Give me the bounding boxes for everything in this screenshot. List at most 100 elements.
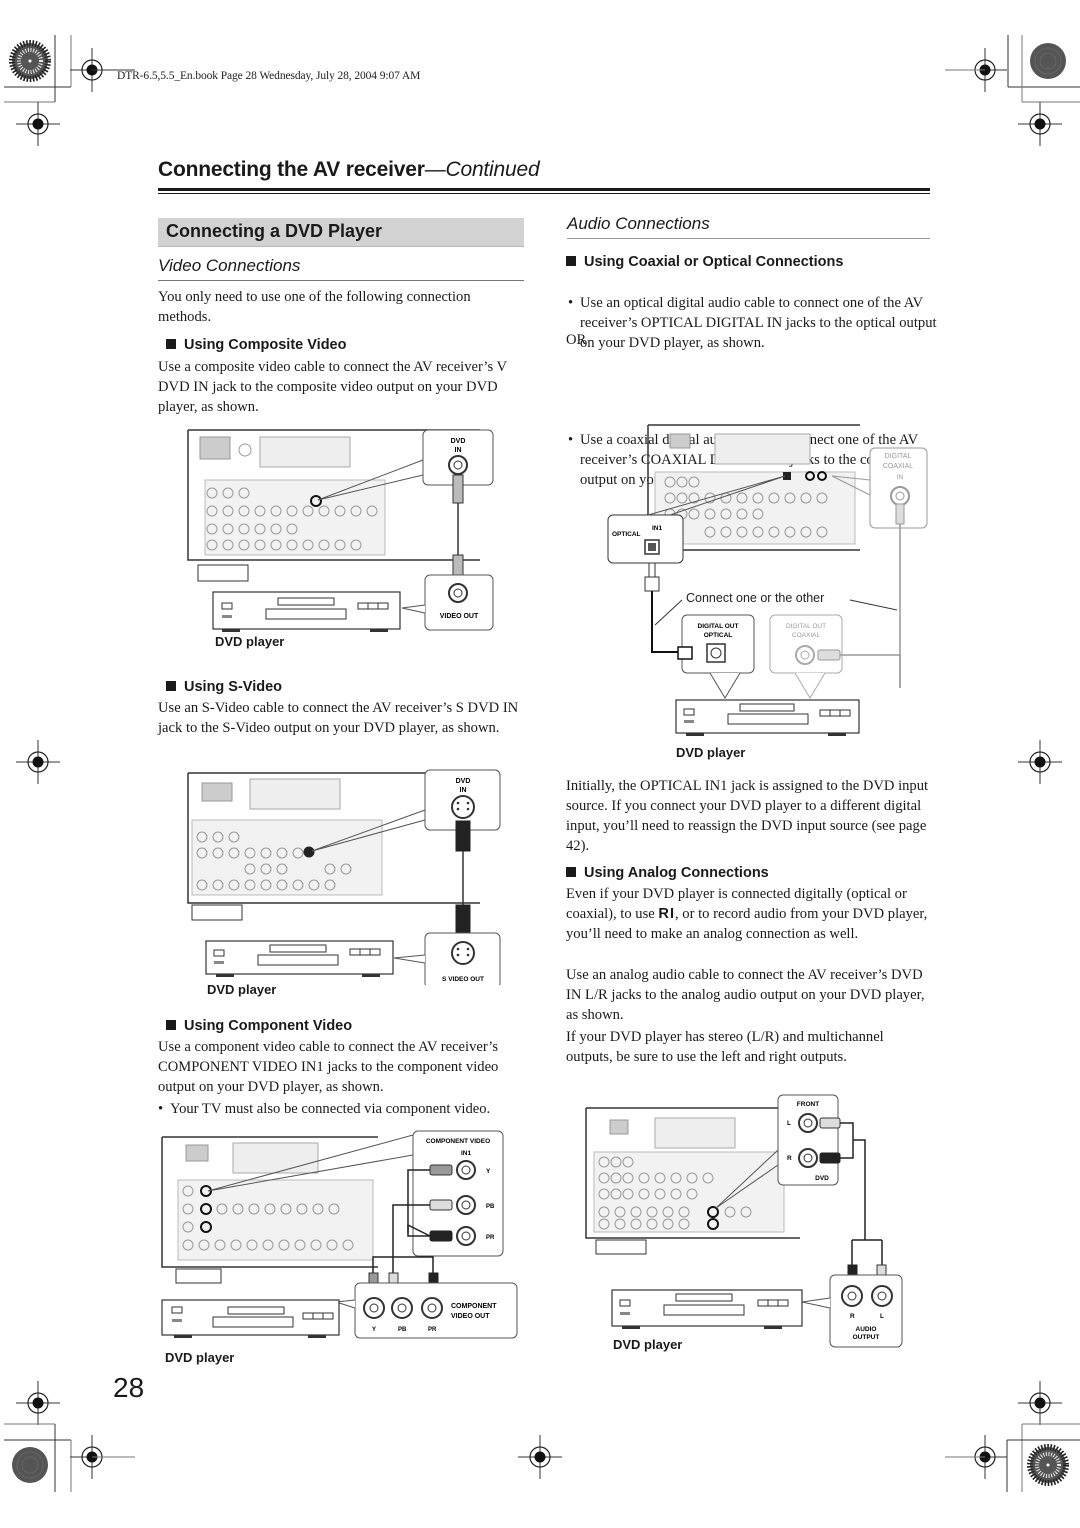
- dvd-player-icon: [611, 1289, 803, 1329]
- digital-dvd-player-label: DVD player: [676, 745, 746, 760]
- optical-in-label-1: IN1: [652, 525, 663, 532]
- digital-heading: Using Coaxial or Optical Connections: [566, 254, 843, 270]
- dvd-player-icon: [205, 940, 394, 977]
- component-text: Use a component video cable to connect t…: [158, 1039, 499, 1095]
- component-video-diagram: COMPONENT VIDEO IN1 Y PB PR Y PB PR COMP…: [161, 1130, 518, 1339]
- svideo-dvd-player-label: DVD player: [207, 982, 277, 997]
- dvd-player-icon: [212, 591, 401, 632]
- square-bullet-icon: [566, 867, 576, 877]
- svideo-cable: [455, 820, 471, 936]
- composite-text: Use a composite video cable to connect t…: [158, 359, 507, 415]
- component-note: Your TV must also be connected via compo…: [158, 1099, 540, 1119]
- callout-video-out: VIDEO OUT: [401, 574, 494, 631]
- optical-out-label-2: OPTICAL: [704, 632, 733, 639]
- coax-in-label-3: IN: [897, 474, 904, 481]
- page-title-suffix: —Continued: [424, 158, 540, 181]
- svideo-out-label: S VIDEO OUT: [442, 976, 484, 983]
- composite-heading-text: Using Composite Video: [184, 337, 347, 353]
- callout-coaxial-out: DIGITAL OUT COAXIAL: [769, 614, 901, 699]
- analog-dvd-player-label: DVD player: [613, 1337, 683, 1352]
- video-connections-heading: Video Connections: [158, 256, 301, 275]
- square-bullet-icon: [166, 1020, 176, 1030]
- video-out-label: VIDEO OUT: [440, 613, 479, 620]
- page-number: 28: [113, 1372, 145, 1403]
- coax-in-label-1: DIGITAL: [885, 453, 912, 460]
- square-bullet-icon: [166, 681, 176, 691]
- video-heading-rule: [158, 280, 524, 281]
- svideo-heading: Using S-Video: [166, 679, 282, 695]
- page-title: Connecting the AV receiver—Continued: [158, 158, 540, 182]
- title-rule: [158, 188, 930, 191]
- starburst-mark: [12, 43, 48, 79]
- component-in-y: Y: [486, 1168, 491, 1175]
- crosshair-mark: [15, 739, 61, 785]
- composite-cable: [452, 474, 464, 584]
- ri-logo-icon: RI: [658, 906, 675, 922]
- analog-audio-diagram: FRONT L R DVD R L AUDIO OUTPUT: [585, 1094, 903, 1348]
- print-info-line: DTR-6.5,5.5_En.book Page 28 Wednesday, J…: [117, 70, 421, 82]
- svideo-diagram: DVD IN S VIDEO OUT: [187, 769, 501, 985]
- out-r-label: R: [850, 1313, 855, 1320]
- receiver-rear-panel: [161, 1136, 378, 1284]
- front-label: FRONT: [797, 1101, 819, 1108]
- component-out-pr: PR: [428, 1327, 437, 1333]
- in-dvd-label: DVD: [815, 1175, 829, 1182]
- composite-dvd-player-label: DVD player: [215, 634, 285, 649]
- svideo-dvd-label: DVD: [456, 778, 471, 785]
- dvd-in-label-1: DVD: [451, 438, 466, 445]
- crosshair-mark: [1017, 739, 1063, 785]
- component-out-y: Y: [372, 1327, 376, 1333]
- crosshair-mark: [1017, 1380, 1063, 1426]
- component-out-label-1: COMPONENT: [451, 1303, 497, 1310]
- svideo-in-label: IN: [460, 787, 467, 794]
- crosshair-mark: [15, 101, 61, 147]
- analog-text-2: Use an analog audio cable to connect the…: [566, 967, 925, 1023]
- component-heading-text: Using Component Video: [184, 1018, 353, 1034]
- component-in-label-2: IN1: [461, 1150, 472, 1157]
- callout-svideo-out: S VIDEO OUT: [393, 932, 501, 985]
- crosshair-mark: [517, 1434, 563, 1480]
- analog-cables: [840, 1122, 883, 1268]
- component-dvd-player-label: DVD player: [165, 1350, 235, 1365]
- composite-heading: Using Composite Video: [166, 337, 346, 353]
- composite-video-diagram: DVD IN VIDEO OUT: [187, 429, 494, 632]
- component-in-pb: PB: [486, 1204, 495, 1210]
- analog-text-1: Even if your DVD player is connected dig…: [566, 884, 932, 944]
- dvd-player-icon: [161, 1299, 340, 1338]
- component-in-label-1: COMPONENT VIDEO: [426, 1138, 490, 1145]
- graydisc-mark: [11, 1446, 49, 1484]
- digital-audio-diagram: DIGITAL COAXIAL IN IN1 OPTICAL Connect o…: [607, 424, 928, 736]
- svideo-heading-text: Using S-Video: [184, 679, 283, 695]
- in-l-label: L: [787, 1120, 791, 1127]
- component-out-label-2: VIDEO OUT: [451, 1313, 490, 1320]
- square-bullet-icon: [166, 339, 176, 349]
- video-intro: You only need to use one of the followin…: [158, 289, 471, 325]
- coax-in-label-2: COAXIAL: [883, 463, 913, 470]
- digital-heading-text: Using Coaxial or Optical Connections: [584, 254, 844, 270]
- square-bullet-icon: [566, 256, 576, 266]
- crosshair-mark: [15, 1380, 61, 1426]
- callout-optical-out: DIGITAL OUT OPTICAL: [677, 614, 755, 699]
- digital-bullet-optical: Use an optical digital audio cable to co…: [568, 293, 942, 353]
- component-out-pb: PB: [398, 1327, 407, 1333]
- analog-text-3: If your DVD player has stereo (L/R) and …: [566, 1029, 884, 1065]
- optical-cable: [644, 562, 678, 653]
- analog-heading-text: Using Analog Connections: [584, 865, 769, 881]
- connect-one-or-other: Connect one or the other: [686, 591, 824, 605]
- optical-out-label-1: DIGITAL OUT: [698, 623, 739, 630]
- coax-out-label-2: COAXIAL: [792, 632, 821, 639]
- section-title-box: Connecting a DVD Player: [158, 218, 524, 247]
- coax-out-label-1: DIGITAL OUT: [786, 623, 826, 630]
- callout-component-out: Y PB PR COMPONENT VIDEO OUT: [335, 1282, 518, 1339]
- component-heading: Using Component Video: [166, 1018, 352, 1034]
- title-rule-thin: [158, 193, 930, 194]
- out-l-label: L: [880, 1313, 884, 1320]
- receiver-rear-panel: [585, 1107, 800, 1255]
- optical-in-label-2: OPTICAL: [612, 531, 641, 538]
- analog-heading: Using Analog Connections: [566, 865, 769, 881]
- audio-heading-rule: [567, 238, 930, 239]
- starburst-mark: [1030, 1447, 1066, 1483]
- dvd-in-label-2: IN: [455, 447, 462, 454]
- audio-output-label-1: AUDIO: [856, 1326, 877, 1333]
- crosshair-mark: [1017, 101, 1063, 147]
